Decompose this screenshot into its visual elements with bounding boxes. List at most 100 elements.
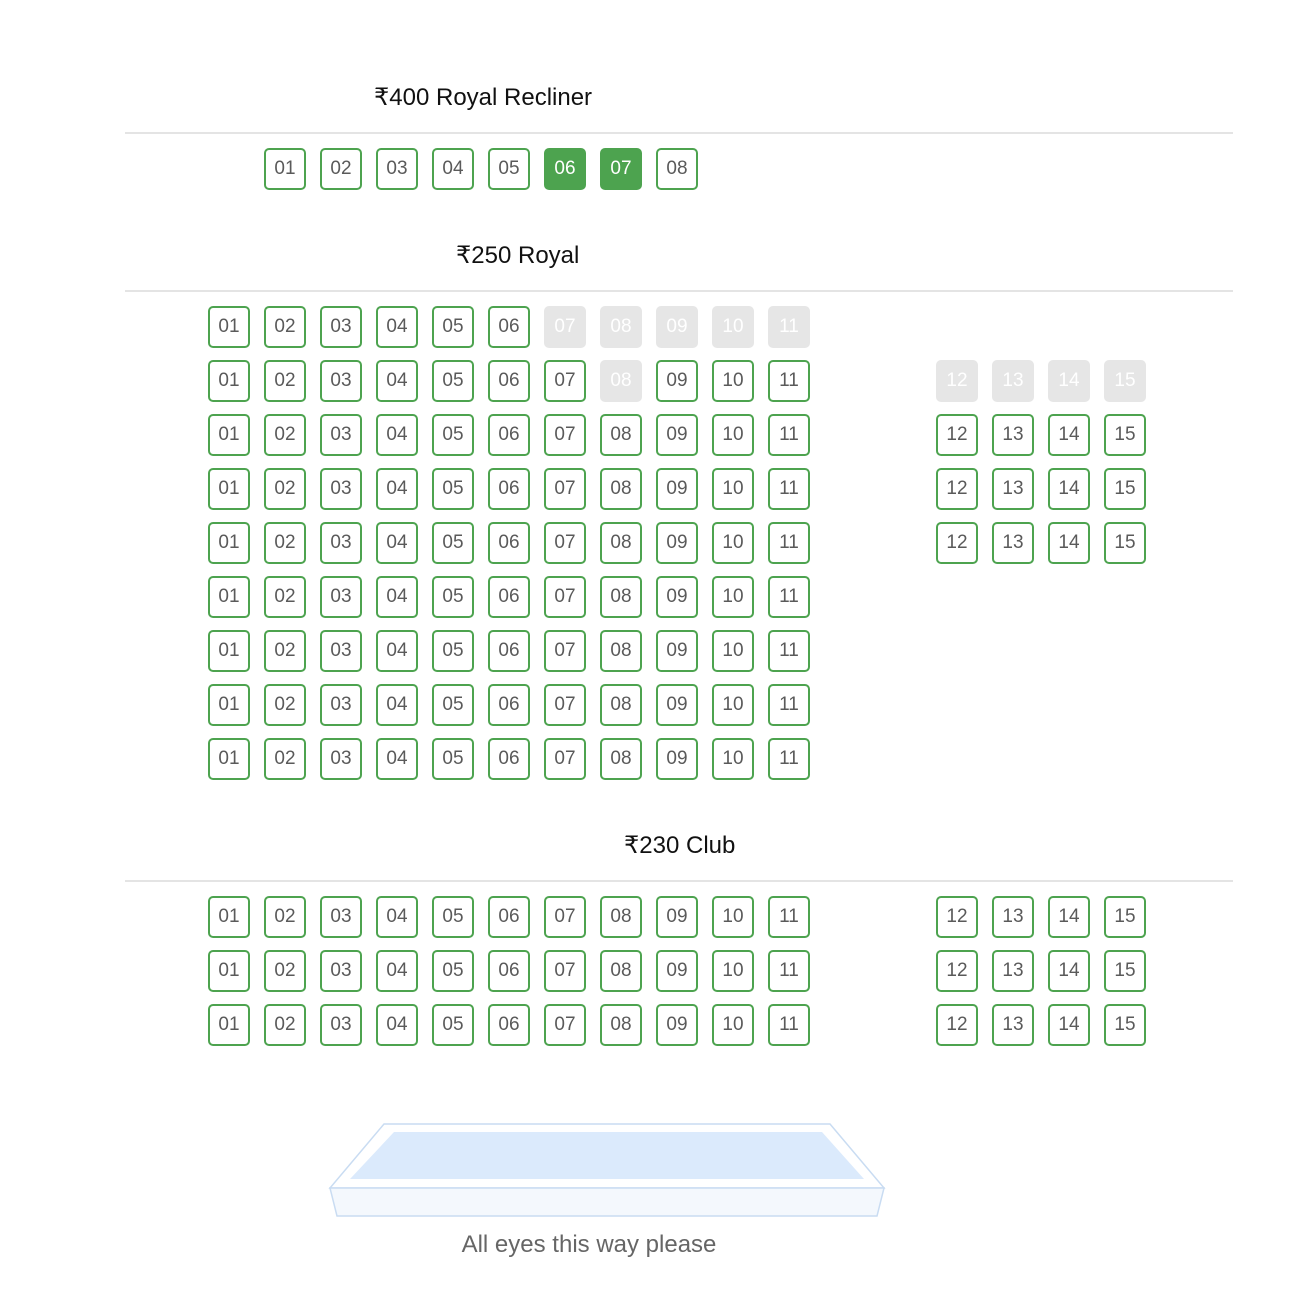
seat-royal-row6-05[interactable]: 05 <box>432 576 474 618</box>
seat-club-row3-04[interactable]: 04 <box>376 1004 418 1046</box>
seat-royal-recliner-row1-03[interactable]: 03 <box>376 148 418 190</box>
seat-royal-row6-01[interactable]: 01 <box>208 576 250 618</box>
seat-royal-row7-06[interactable]: 06 <box>488 630 530 672</box>
seat-royal-row4-02[interactable]: 02 <box>264 468 306 510</box>
seat-royal-row8-01[interactable]: 01 <box>208 684 250 726</box>
seat-club-row3-09[interactable]: 09 <box>656 1004 698 1046</box>
seat-royal-row7-08[interactable]: 08 <box>600 630 642 672</box>
seat-royal-row8-09[interactable]: 09 <box>656 684 698 726</box>
seat-royal-row6-08[interactable]: 08 <box>600 576 642 618</box>
seat-royal-recliner-row1-04[interactable]: 04 <box>432 148 474 190</box>
seat-club-row1-09[interactable]: 09 <box>656 896 698 938</box>
seat-royal-row7-01[interactable]: 01 <box>208 630 250 672</box>
seat-royal-recliner-row1-07[interactable]: 07 <box>600 148 642 190</box>
seat-club-row3-12[interactable]: 12 <box>936 1004 978 1046</box>
seat-club-row2-15[interactable]: 15 <box>1104 950 1146 992</box>
seat-royal-row4-08[interactable]: 08 <box>600 468 642 510</box>
seat-club-row3-03[interactable]: 03 <box>320 1004 362 1046</box>
seat-royal-row4-09[interactable]: 09 <box>656 468 698 510</box>
seat-royal-row5-06[interactable]: 06 <box>488 522 530 564</box>
seat-royal-recliner-row1-01[interactable]: 01 <box>264 148 306 190</box>
seat-royal-row1-02[interactable]: 02 <box>264 306 306 348</box>
seat-club-row2-10[interactable]: 10 <box>712 950 754 992</box>
seat-royal-row5-03[interactable]: 03 <box>320 522 362 564</box>
seat-royal-row3-11[interactable]: 11 <box>768 414 810 456</box>
seat-royal-row1-06[interactable]: 06 <box>488 306 530 348</box>
seat-royal-row7-09[interactable]: 09 <box>656 630 698 672</box>
seat-royal-row5-13[interactable]: 13 <box>992 522 1034 564</box>
seat-club-row3-11[interactable]: 11 <box>768 1004 810 1046</box>
seat-royal-row2-09[interactable]: 09 <box>656 360 698 402</box>
seat-royal-recliner-row1-02[interactable]: 02 <box>320 148 362 190</box>
seat-royal-row9-03[interactable]: 03 <box>320 738 362 780</box>
seat-royal-row4-14[interactable]: 14 <box>1048 468 1090 510</box>
seat-royal-row2-03[interactable]: 03 <box>320 360 362 402</box>
seat-club-row1-02[interactable]: 02 <box>264 896 306 938</box>
seat-royal-row8-07[interactable]: 07 <box>544 684 586 726</box>
seat-royal-row5-07[interactable]: 07 <box>544 522 586 564</box>
seat-royal-row9-04[interactable]: 04 <box>376 738 418 780</box>
seat-royal-row5-09[interactable]: 09 <box>656 522 698 564</box>
seat-royal-row5-01[interactable]: 01 <box>208 522 250 564</box>
seat-royal-row9-09[interactable]: 09 <box>656 738 698 780</box>
seat-royal-row9-05[interactable]: 05 <box>432 738 474 780</box>
seat-royal-row2-07[interactable]: 07 <box>544 360 586 402</box>
seat-club-row2-09[interactable]: 09 <box>656 950 698 992</box>
seat-royal-row7-05[interactable]: 05 <box>432 630 474 672</box>
seat-royal-row4-05[interactable]: 05 <box>432 468 474 510</box>
seat-royal-row3-08[interactable]: 08 <box>600 414 642 456</box>
seat-club-row1-05[interactable]: 05 <box>432 896 474 938</box>
seat-royal-row3-14[interactable]: 14 <box>1048 414 1090 456</box>
seat-club-row1-01[interactable]: 01 <box>208 896 250 938</box>
seat-royal-row5-05[interactable]: 05 <box>432 522 474 564</box>
seat-royal-row6-06[interactable]: 06 <box>488 576 530 618</box>
seat-club-row3-15[interactable]: 15 <box>1104 1004 1146 1046</box>
seat-royal-row6-11[interactable]: 11 <box>768 576 810 618</box>
seat-royal-row2-06[interactable]: 06 <box>488 360 530 402</box>
seat-royal-row6-09[interactable]: 09 <box>656 576 698 618</box>
seat-royal-row4-03[interactable]: 03 <box>320 468 362 510</box>
seat-royal-row8-08[interactable]: 08 <box>600 684 642 726</box>
seat-club-row2-06[interactable]: 06 <box>488 950 530 992</box>
seat-royal-row4-15[interactable]: 15 <box>1104 468 1146 510</box>
seat-royal-row3-09[interactable]: 09 <box>656 414 698 456</box>
seat-royal-row6-02[interactable]: 02 <box>264 576 306 618</box>
seat-club-row2-14[interactable]: 14 <box>1048 950 1090 992</box>
seat-royal-row6-03[interactable]: 03 <box>320 576 362 618</box>
seat-royal-row4-06[interactable]: 06 <box>488 468 530 510</box>
seat-royal-row1-03[interactable]: 03 <box>320 306 362 348</box>
seat-royal-row2-05[interactable]: 05 <box>432 360 474 402</box>
seat-royal-row2-04[interactable]: 04 <box>376 360 418 402</box>
seat-club-row1-10[interactable]: 10 <box>712 896 754 938</box>
seat-royal-row3-03[interactable]: 03 <box>320 414 362 456</box>
seat-royal-recliner-row1-05[interactable]: 05 <box>488 148 530 190</box>
seat-club-row3-02[interactable]: 02 <box>264 1004 306 1046</box>
seat-royal-row2-10[interactable]: 10 <box>712 360 754 402</box>
seat-royal-row8-04[interactable]: 04 <box>376 684 418 726</box>
seat-royal-row9-11[interactable]: 11 <box>768 738 810 780</box>
seat-club-row1-04[interactable]: 04 <box>376 896 418 938</box>
seat-royal-row2-11[interactable]: 11 <box>768 360 810 402</box>
seat-royal-row4-12[interactable]: 12 <box>936 468 978 510</box>
seat-club-row1-14[interactable]: 14 <box>1048 896 1090 938</box>
seat-royal-row7-04[interactable]: 04 <box>376 630 418 672</box>
seat-club-row3-08[interactable]: 08 <box>600 1004 642 1046</box>
seat-royal-row9-01[interactable]: 01 <box>208 738 250 780</box>
seat-royal-row8-05[interactable]: 05 <box>432 684 474 726</box>
seat-club-row3-05[interactable]: 05 <box>432 1004 474 1046</box>
seat-club-row3-01[interactable]: 01 <box>208 1004 250 1046</box>
seat-royal-row3-06[interactable]: 06 <box>488 414 530 456</box>
seat-royal-row4-04[interactable]: 04 <box>376 468 418 510</box>
seat-club-row2-07[interactable]: 07 <box>544 950 586 992</box>
seat-club-row2-01[interactable]: 01 <box>208 950 250 992</box>
seat-club-row3-14[interactable]: 14 <box>1048 1004 1090 1046</box>
seat-royal-row2-02[interactable]: 02 <box>264 360 306 402</box>
seat-royal-row4-10[interactable]: 10 <box>712 468 754 510</box>
seat-club-row1-08[interactable]: 08 <box>600 896 642 938</box>
seat-royal-row3-05[interactable]: 05 <box>432 414 474 456</box>
seat-royal-row5-10[interactable]: 10 <box>712 522 754 564</box>
seat-royal-row5-11[interactable]: 11 <box>768 522 810 564</box>
seat-royal-row3-10[interactable]: 10 <box>712 414 754 456</box>
seat-club-row1-07[interactable]: 07 <box>544 896 586 938</box>
seat-royal-row7-07[interactable]: 07 <box>544 630 586 672</box>
